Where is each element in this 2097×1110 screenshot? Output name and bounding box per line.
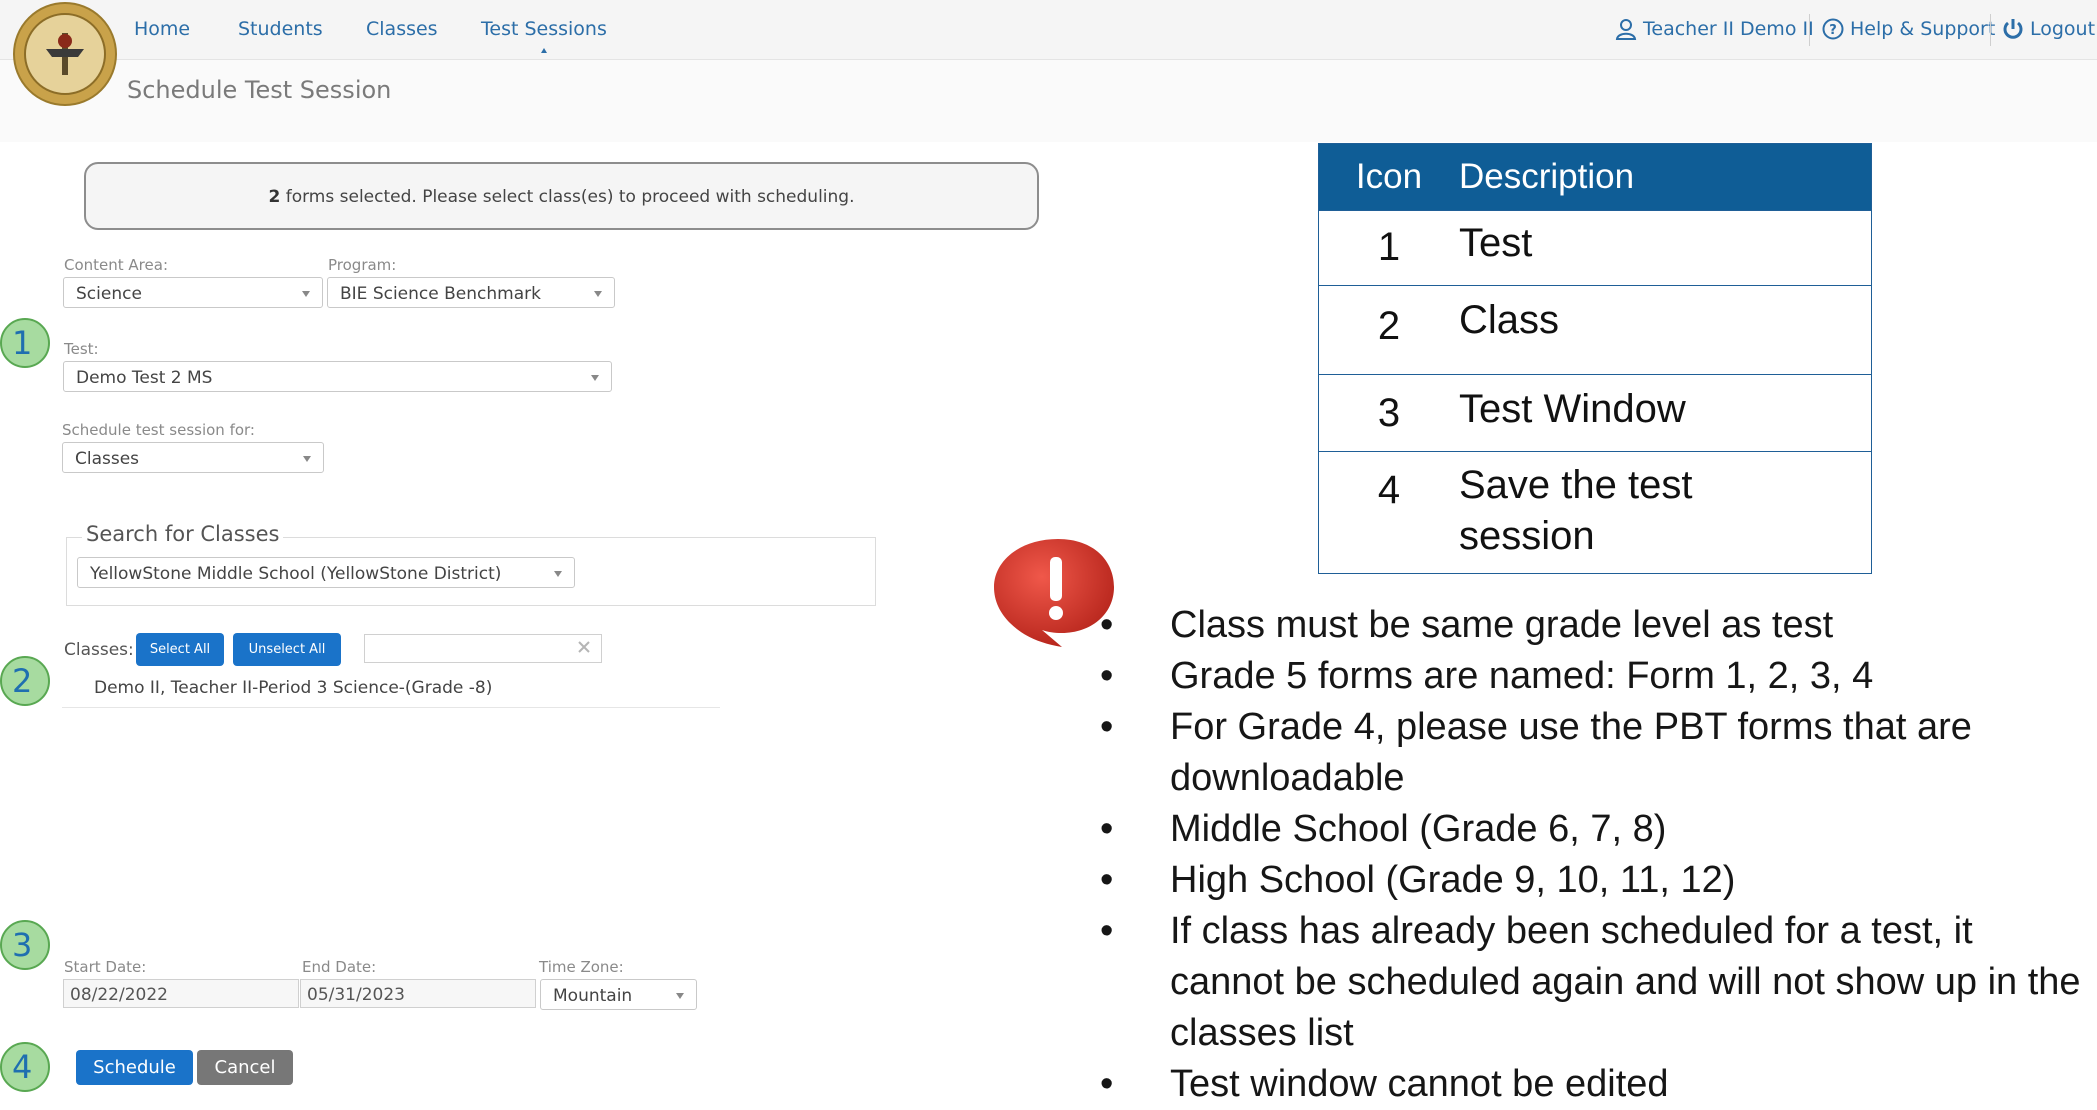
end-date-field[interactable]: 05/31/2023 (300, 979, 536, 1008)
list-item: If class has already been scheduled for … (1100, 906, 2090, 1059)
table-row: 4 Save the test session (1319, 451, 1871, 573)
schedule-button[interactable]: Schedule (76, 1050, 193, 1085)
test-select[interactable]: Demo Test 2 MS (63, 361, 612, 392)
table-cell-icon: 4 (1377, 468, 1401, 512)
table-cell-icon: 2 (1377, 304, 1401, 348)
user-menu[interactable]: Teacher II Demo II (1615, 18, 1814, 40)
list-item: Grade 5 forms are named: Form 1, 2, 3, 4 (1100, 651, 2090, 702)
classes-label: Classes: (64, 640, 134, 660)
icon-legend-table: Icon Description 1 Test 2 Class 3 Test W… (1318, 143, 1872, 574)
divider (62, 707, 720, 708)
scheduling-notes-list: Class must be same grade level as test G… (1100, 600, 2090, 1110)
exclamation-alert-icon (994, 539, 1114, 647)
class-filter-input[interactable] (364, 634, 602, 663)
list-item: Middle School (Grade 6, 7, 8) (1100, 804, 2090, 855)
select-all-button[interactable]: Select All (136, 633, 224, 666)
table-row: 1 Test (1319, 210, 1871, 285)
user-name: Teacher II Demo II (1643, 18, 1814, 40)
unselect-all-button[interactable]: Unselect All (233, 633, 341, 666)
step-marker-3: 3 (0, 920, 50, 970)
table-row: 3 Test Window (1319, 374, 1871, 451)
svg-text:?: ? (1829, 23, 1837, 38)
logout-link[interactable]: Logout (2002, 18, 2095, 40)
program-value: BIE Science Benchmark (340, 284, 541, 304)
bureau-of-indian-education-logo (13, 2, 117, 106)
selection-notice: 2 forms selected. Please select class(es… (84, 162, 1039, 230)
search-for-classes-legend: Search for Classes (82, 522, 284, 546)
school-value: YellowStone Middle School (YellowStone D… (90, 564, 502, 584)
school-select[interactable]: YellowStone Middle School (YellowStone D… (77, 557, 575, 588)
step-marker-1: 1 (0, 318, 50, 368)
user-icon (1615, 19, 1637, 40)
content-area-label: Content Area: (64, 256, 168, 274)
power-icon (2003, 19, 2023, 39)
time-zone-label: Time Zone: (539, 958, 624, 976)
chevron-down-icon (594, 291, 602, 297)
schedule-for-select[interactable]: Classes (62, 442, 324, 473)
table-cell-description: Test Window (1459, 387, 1686, 431)
help-label: Help & Support (1850, 18, 1996, 40)
nav-home-link[interactable]: Home (134, 18, 190, 40)
end-date-label: End Date: (302, 958, 377, 976)
clear-filter-icon[interactable] (577, 640, 591, 654)
chevron-down-icon (676, 993, 684, 999)
chevron-down-icon (591, 375, 599, 381)
help-icon: ? (1822, 18, 1844, 40)
table-row: 2 Class (1319, 285, 1871, 374)
list-item: For Grade 4, please use the PBT forms th… (1100, 702, 2090, 804)
time-zone-value: Mountain (553, 986, 633, 1006)
content-area-value: Science (76, 284, 142, 304)
help-support-link[interactable]: ? Help & Support (1822, 18, 1995, 40)
table-cell-description: Test (1459, 221, 1533, 265)
content-area-select[interactable]: Science (63, 277, 323, 308)
program-label: Program: (328, 256, 397, 274)
list-item: Test window cannot be edited (1100, 1059, 2090, 1110)
start-date-label: Start Date: (64, 958, 147, 976)
step-marker-2: 2 (0, 656, 50, 706)
class-list-item[interactable]: Demo II, Teacher II-Period 3 Science-(Gr… (94, 678, 492, 698)
nav-students-link[interactable]: Students (238, 18, 323, 40)
logout-label: Logout (2030, 18, 2096, 40)
chevron-down-icon (302, 291, 310, 297)
table-cell-icon: 1 (1377, 225, 1401, 269)
time-zone-select[interactable]: Mountain (540, 979, 697, 1010)
icon-column-header: Icon (1355, 157, 1423, 196)
test-value: Demo Test 2 MS (76, 368, 213, 388)
program-select[interactable]: BIE Science Benchmark (327, 277, 615, 308)
description-column-header: Description (1459, 157, 1635, 196)
separator (1990, 14, 1991, 46)
table-cell-description: Class (1459, 298, 1560, 342)
list-item: High School (Grade 9, 10, 11, 12) (1100, 855, 2090, 906)
notice-text: forms selected. Please select class(es) … (280, 187, 855, 207)
nav-test-sessions-link[interactable]: Test Sessions (481, 18, 607, 53)
page-title: Schedule Test Session (127, 76, 392, 104)
start-date-field[interactable]: 08/22/2022 (63, 979, 299, 1008)
schedule-for-value: Classes (75, 449, 140, 469)
notice-count: 2 (268, 187, 281, 207)
nav-classes-link[interactable]: Classes (366, 18, 438, 40)
separator (1809, 14, 1810, 46)
chevron-down-icon (303, 456, 311, 462)
schedule-for-label: Schedule test session for: (62, 421, 255, 439)
step-marker-4: 4 (0, 1042, 50, 1092)
cancel-button[interactable]: Cancel (197, 1050, 293, 1085)
test-label: Test: (64, 340, 99, 358)
table-cell-icon: 3 (1377, 391, 1401, 435)
table-header-row: Icon Description (1319, 144, 1871, 210)
chevron-down-icon (554, 571, 562, 577)
list-item: Class must be same grade level as test (1100, 600, 2090, 651)
table-cell-description: Save the test session (1459, 463, 1693, 558)
